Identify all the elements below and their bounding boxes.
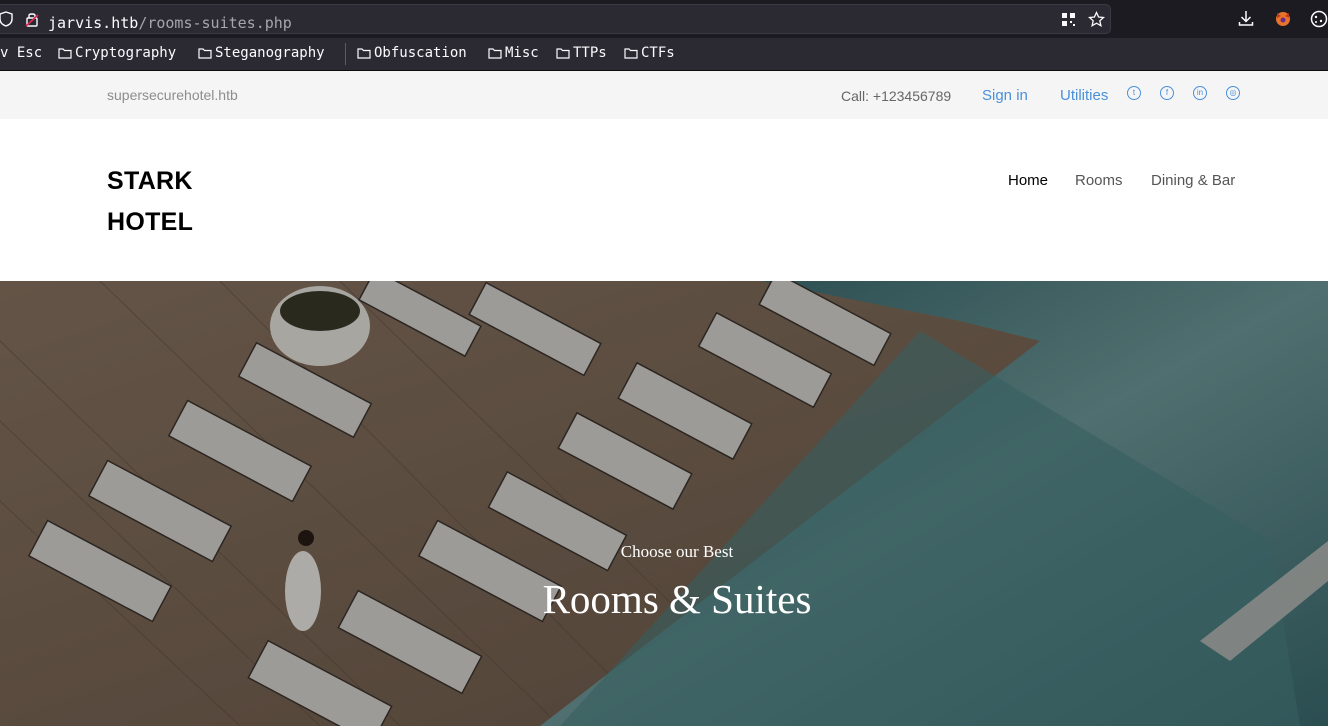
bookmark-folder-obfuscation[interactable]: Obfuscation bbox=[357, 45, 467, 61]
folder-icon bbox=[488, 47, 502, 59]
nav-rooms[interactable]: Rooms bbox=[1075, 172, 1123, 189]
utilities-link[interactable]: Utilities bbox=[1060, 87, 1108, 104]
cookie-icon[interactable] bbox=[1310, 10, 1328, 28]
insecure-lock-icon[interactable] bbox=[25, 11, 39, 28]
folder-icon bbox=[556, 47, 570, 59]
bookmark-folder-ttps[interactable]: TTPs bbox=[556, 45, 607, 61]
url-path: /rooms-suites.php bbox=[138, 14, 292, 32]
nav-dining-bar[interactable]: Dining & Bar bbox=[1151, 172, 1235, 189]
hero-title: Rooms & Suites bbox=[542, 576, 812, 622]
bookmark-label: Steganography bbox=[215, 45, 325, 61]
nav-home[interactable]: Home bbox=[1008, 172, 1048, 189]
dribbble-icon[interactable]: ◎ bbox=[1226, 86, 1240, 100]
browser-toolbar: jarvis.htb/rooms-suites.php bbox=[0, 0, 1328, 38]
bookmark-folder-ctfs[interactable]: CTFs bbox=[624, 45, 675, 61]
bookmark-label: CTFs bbox=[641, 45, 675, 61]
hero-background-image bbox=[0, 281, 1328, 726]
site-topbar: supersecurehotel.htb Call: +123456789 Si… bbox=[0, 71, 1328, 119]
url-text[interactable]: jarvis.htb/rooms-suites.php bbox=[48, 13, 292, 33]
folder-icon bbox=[357, 47, 371, 59]
qr-code-icon[interactable] bbox=[1061, 12, 1076, 27]
extension-fox-icon[interactable] bbox=[1274, 9, 1292, 27]
folder-icon bbox=[58, 47, 72, 59]
bookmark-folder-cryptography[interactable]: Cryptography bbox=[58, 45, 176, 61]
hero-banner: Choose our Best Rooms & Suites bbox=[0, 281, 1328, 726]
folder-icon bbox=[198, 47, 212, 59]
site-logo[interactable]: STARK HOTEL bbox=[107, 161, 237, 243]
facebook-icon[interactable]: f bbox=[1160, 86, 1174, 100]
bookmarks-toolbar: v Esc Cryptography Steganography Obfusca… bbox=[0, 38, 1328, 71]
shield-icon[interactable] bbox=[0, 11, 13, 27]
downloads-icon[interactable] bbox=[1238, 10, 1254, 27]
bookmark-label: v Esc bbox=[0, 45, 43, 61]
url-bar[interactable]: jarvis.htb/rooms-suites.php bbox=[0, 4, 1111, 34]
bookmark-label: TTPs bbox=[573, 45, 607, 61]
bookmark-esc[interactable]: v Esc bbox=[0, 45, 42, 61]
site-header: STARK HOTEL Home Rooms Dining & Bar bbox=[0, 119, 1328, 281]
bookmark-label: Misc bbox=[505, 45, 539, 61]
bookmark-label: Obfuscation bbox=[374, 45, 467, 61]
bookmark-separator bbox=[345, 43, 346, 65]
url-host: jarvis.htb bbox=[48, 14, 139, 32]
sign-in-link[interactable]: Sign in bbox=[982, 87, 1028, 104]
linkedin-icon[interactable]: in bbox=[1193, 86, 1207, 100]
bookmark-star-icon[interactable] bbox=[1088, 11, 1105, 28]
call-number: Call: +123456789 bbox=[841, 88, 952, 104]
twitter-icon[interactable]: t bbox=[1127, 86, 1141, 100]
bookmark-folder-steganography[interactable]: Steganography bbox=[198, 45, 325, 61]
folder-icon bbox=[624, 47, 638, 59]
bookmark-label: Cryptography bbox=[75, 45, 177, 61]
site-domain: supersecurehotel.htb bbox=[107, 87, 238, 103]
hero-subtitle: Choose our Best bbox=[620, 542, 734, 561]
bookmark-folder-misc[interactable]: Misc bbox=[488, 45, 539, 61]
